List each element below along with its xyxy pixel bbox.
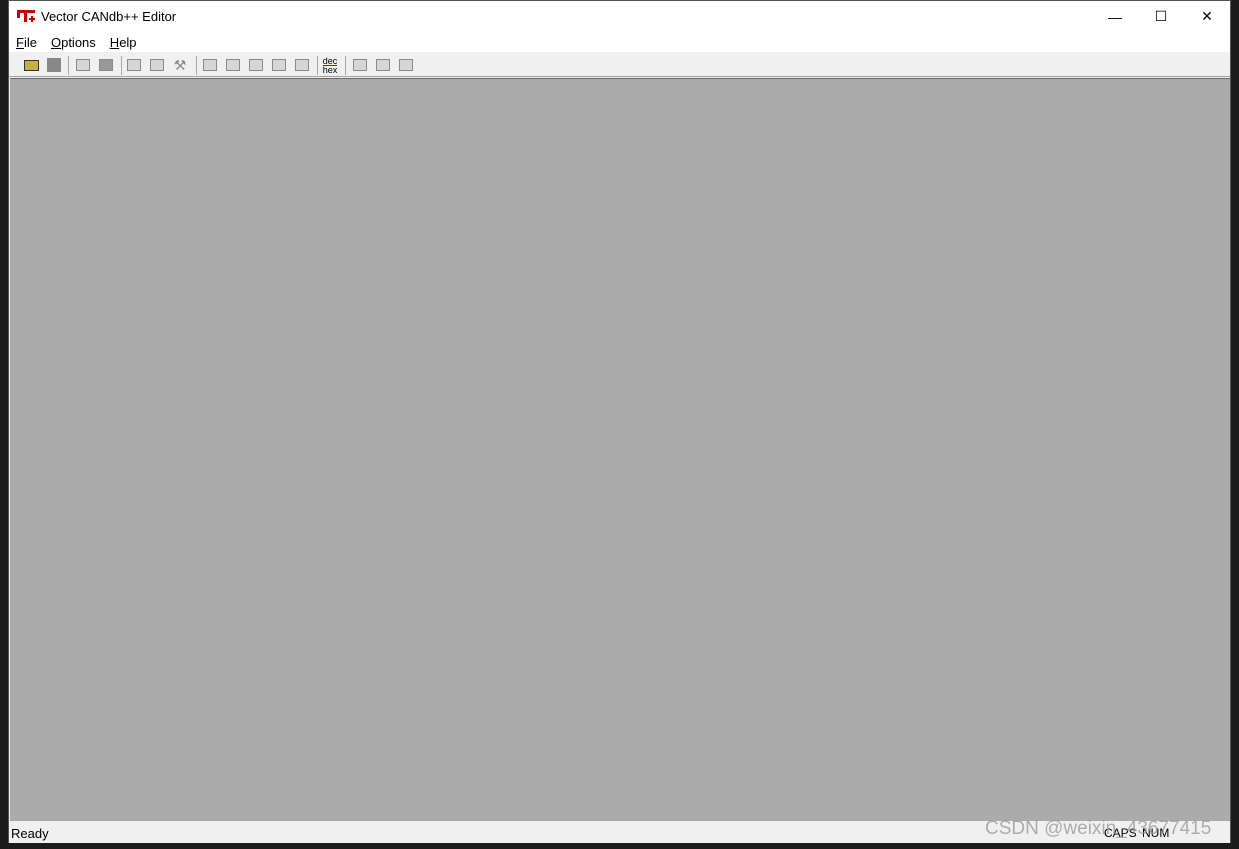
save-button[interactable]: [45, 56, 63, 74]
view5-icon: [295, 59, 309, 71]
tile-horizontal-button[interactable]: [374, 56, 392, 74]
mdi-workspace[interactable]: [10, 78, 1230, 821]
tools-button[interactable]: ⚒: [171, 56, 189, 74]
menu-bar: File Options Help: [9, 32, 1230, 52]
view5-button[interactable]: [293, 56, 311, 74]
cascade-button[interactable]: [351, 56, 369, 74]
menu-file[interactable]: File: [9, 35, 44, 50]
tools-icon: ⚒: [173, 56, 187, 73]
status-text: Ready: [11, 825, 49, 841]
close-button[interactable]: ✕: [1184, 1, 1230, 32]
cascade-icon: [353, 59, 367, 71]
menu-help[interactable]: Help: [103, 35, 144, 50]
view1-icon: [203, 59, 217, 71]
view2-icon: [226, 59, 240, 71]
save-icon: [47, 58, 61, 72]
open-icon: [23, 59, 39, 71]
tile-vertical-button[interactable]: [397, 56, 415, 74]
copy-icon: [76, 59, 90, 71]
view3-button[interactable]: [247, 56, 265, 74]
window-title: Vector CANdb++ Editor: [41, 9, 177, 24]
copy-button[interactable]: [74, 56, 92, 74]
view4-icon: [272, 59, 286, 71]
minimize-button[interactable]: —: [1092, 1, 1138, 32]
properties-button[interactable]: [125, 56, 143, 74]
app-window: Vector CANdb++ Editor — ☐ ✕ File Options…: [8, 0, 1231, 843]
view4-button[interactable]: [270, 56, 288, 74]
tile-vertical-icon: [399, 59, 413, 71]
tile-horizontal-icon: [376, 59, 390, 71]
maximize-button[interactable]: ☐: [1138, 1, 1184, 32]
view3-icon: [249, 59, 263, 71]
open-button[interactable]: [22, 56, 40, 74]
paste-button[interactable]: [97, 56, 115, 74]
edit-button[interactable]: [148, 56, 166, 74]
title-bar: Vector CANdb++ Editor — ☐ ✕: [9, 1, 1230, 32]
menu-options[interactable]: Options: [44, 35, 103, 50]
dec-hex-icon: dec hex: [322, 55, 338, 75]
properties-icon: [127, 59, 141, 71]
toolbar: ⚒ dec hex: [9, 53, 1230, 77]
paste-icon: [99, 59, 113, 71]
view2-button[interactable]: [224, 56, 242, 74]
edit-icon: [150, 59, 164, 71]
app-icon: [17, 9, 35, 24]
watermark: CSDN @weixin_43677415: [985, 818, 1212, 839]
view1-button[interactable]: [201, 56, 219, 74]
dec-hex-button[interactable]: dec hex: [321, 56, 339, 74]
